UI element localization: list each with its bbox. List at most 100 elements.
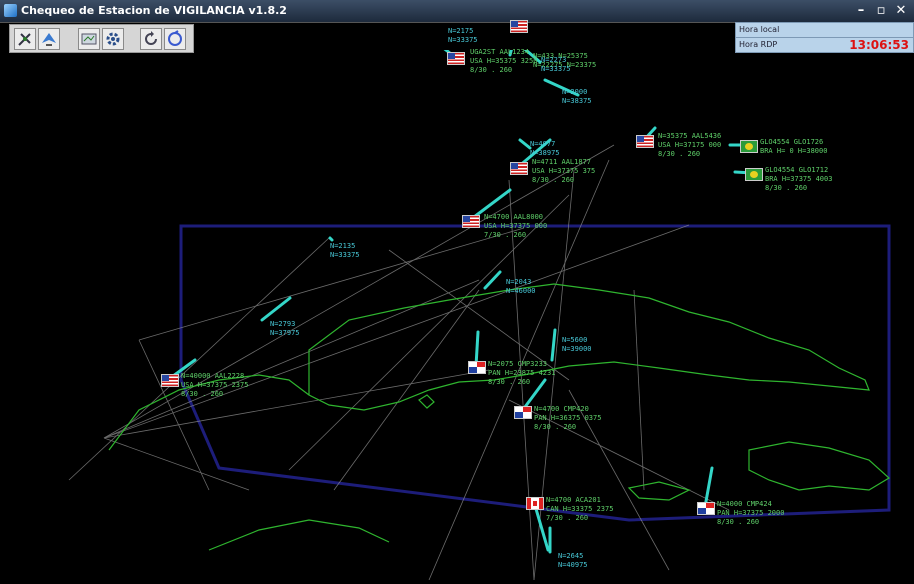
- track-label[interactable]: GLO4554 GLO1726 BRA H= 0 H=38000: [760, 138, 827, 156]
- island-coastline: [418, 394, 435, 409]
- track-label[interactable]: N=35375 AAL5436 USA H=37175 000 8/30 . 260: [658, 132, 721, 159]
- track-label-line: N=4700 CMP420: [534, 405, 589, 413]
- airway-line: [103, 437, 250, 491]
- track-label-line: USA H=37375 2375: [181, 381, 249, 389]
- track-tag-line: N=33375: [541, 65, 571, 73]
- track-velocity-vector: [550, 328, 557, 362]
- track-tag-line: N=38375: [562, 97, 592, 105]
- track-velocity-vector: [260, 296, 292, 322]
- track-tag[interactable]: N=2273 N=33375: [541, 56, 571, 74]
- track-label-line: BRA H=37375 4003: [765, 175, 833, 183]
- track-label-line: N=4700 AAL8000: [484, 213, 544, 221]
- flag-us-icon[interactable]: [510, 162, 528, 175]
- track-tag-line: N=38975: [530, 149, 560, 157]
- airway-line: [333, 289, 480, 491]
- track-tag-line: N=40975: [558, 561, 588, 569]
- track-label[interactable]: N=2075 CMP3233 PAN H=23875 4231 8/30 . 260: [488, 360, 555, 387]
- flag-pa-icon[interactable]: [514, 406, 532, 419]
- surveillance-window: Chequeo de Estacion de VIGILANCIA v1.8.2…: [0, 0, 914, 584]
- track-tag-line: N=2135: [330, 242, 356, 250]
- airway-line: [138, 339, 210, 491]
- minimize-button[interactable]: –: [851, 2, 871, 19]
- tool-map-button[interactable]: [78, 28, 100, 50]
- flag-us-icon[interactable]: [161, 374, 179, 387]
- track-label[interactable]: N=4700 ACA201 CAN H=33375 2375 7/30 . 260: [546, 496, 613, 523]
- toolbar: [9, 24, 194, 53]
- track-tag-line: N=4077: [530, 140, 556, 148]
- track-label-line: UGA2ST AAL1234: [470, 48, 530, 56]
- track-velocity-vector: [518, 138, 532, 150]
- tool-refresh-button[interactable]: [140, 28, 162, 50]
- track-tag[interactable]: N=5600 N=39000: [562, 336, 592, 354]
- track-label-line: GLO4554 GLO1712: [765, 166, 829, 174]
- track-tag-line: N=39000: [562, 345, 592, 353]
- track-tag[interactable]: N=4077 N=38975: [530, 140, 560, 158]
- track-label[interactable]: N=40000 AAL2228 USA H=37375 2375 8/30 . 26…: [181, 372, 248, 399]
- airway-line: [68, 237, 330, 481]
- track-label-line: 8/30 . 260: [658, 150, 701, 158]
- track-tag[interactable]: N=2645 N=40975: [558, 552, 588, 570]
- hispaniola-coastline: [748, 441, 891, 491]
- track-tag-line: N=2645: [558, 552, 584, 560]
- track-label-line: N=40000 AAL2228: [181, 372, 245, 380]
- tool-radar-button[interactable]: [14, 28, 36, 50]
- airways: [68, 144, 730, 580]
- tool-settings-button[interactable]: [102, 28, 124, 50]
- track-label-line: PAN H=36375 0375: [534, 414, 602, 422]
- flag-pa-icon[interactable]: [697, 502, 715, 515]
- track-label[interactable]: N=4711 AAL1877 USA H=37375 375 8/30 . 260: [532, 158, 595, 185]
- track-tag-line: N=33375: [330, 251, 360, 259]
- flag-br-icon[interactable]: [745, 168, 763, 181]
- tool-map-icon: [81, 33, 97, 45]
- flag-us-icon[interactable]: [462, 215, 480, 228]
- track-tag-line: N=2793: [270, 320, 296, 328]
- window-title: Chequeo de Estacion de VIGILANCIA v1.8.2: [21, 4, 287, 17]
- track-tag-line: N=37975: [270, 329, 300, 337]
- track-label-line: 8/30 . 260: [488, 378, 531, 386]
- track-tag-line: N=2000: [562, 88, 588, 96]
- maximize-button[interactable]: ▫: [871, 2, 891, 19]
- track-label-line: 8/30 . 260: [534, 423, 577, 431]
- track-tag-line: N=46000: [506, 287, 536, 295]
- track-tag[interactable]: N=2000 N=38375: [562, 88, 592, 106]
- track-label[interactable]: N=4700 CMP420 PAN H=36375 0375 8/30 . 260: [534, 405, 601, 432]
- track-tag[interactable]: N=2043 N=46000: [506, 278, 536, 296]
- track-label-line: 8/30 . 260: [717, 518, 760, 526]
- app-icon: [4, 4, 17, 17]
- track-tag[interactable]: N=2175 N=33375: [448, 27, 478, 45]
- flag-br-icon[interactable]: [740, 140, 758, 153]
- track-tag-line: N=2175: [448, 27, 474, 35]
- tool-aircraft-button[interactable]: [38, 28, 60, 50]
- airway-line: [103, 279, 480, 439]
- honduras-coastline: [208, 519, 390, 551]
- track-label-line: USA H=35375 3250: [470, 57, 538, 65]
- track-label[interactable]: N=4000 CMP424 PAN H=37375 2000 8/30 . 260: [717, 500, 784, 527]
- flag-ca-icon[interactable]: [526, 497, 544, 510]
- track-tag-line: N=5600: [562, 336, 588, 344]
- track-label-line: 8/30 . 260: [532, 176, 575, 184]
- track-label[interactable]: UGA2ST AAL1234 USA H=35375 3250 8/30 . 260: [470, 48, 537, 75]
- track-label-line: N=35375 AAL5436: [658, 132, 722, 140]
- tool-radar-icon: [18, 33, 31, 46]
- track-label-line: N=4000 CMP424: [717, 500, 772, 508]
- track-tag-line: N=33375: [448, 36, 478, 44]
- track-label-line: N=4700 ACA201: [546, 496, 601, 504]
- track-tag[interactable]: N=2135 N=33375: [330, 242, 360, 260]
- track-label[interactable]: N=4700 AAL8000 USA H=37375 000 7/30 . 260: [484, 213, 547, 240]
- track-tag-line: N=2043: [506, 278, 532, 286]
- tool-cycle-button[interactable]: [164, 28, 186, 50]
- flag-us-icon[interactable]: [447, 52, 465, 65]
- close-button[interactable]: ✕: [891, 2, 911, 19]
- flag-us-icon[interactable]: [636, 135, 654, 148]
- track-label-line: PAN H=23875 4231: [488, 369, 556, 377]
- track-label-line: 8/30 . 260: [765, 184, 808, 192]
- track-tag[interactable]: N=2793 N=37975: [270, 320, 300, 338]
- flag-us-icon[interactable]: [510, 20, 528, 33]
- track-label-line: USA H=37175 000: [658, 141, 722, 149]
- track-label-line: GLO4554 GLO1726: [760, 138, 824, 146]
- tool-settings-icon: [106, 32, 120, 46]
- track-label-line: N=2075 CMP3233: [488, 360, 548, 368]
- track-label[interactable]: GLO4554 GLO1712 BRA H=37375 4003 8/30 . 26…: [765, 166, 832, 193]
- flag-pa-icon[interactable]: [468, 361, 486, 374]
- track-label-line: 8/30 . 260: [470, 66, 513, 74]
